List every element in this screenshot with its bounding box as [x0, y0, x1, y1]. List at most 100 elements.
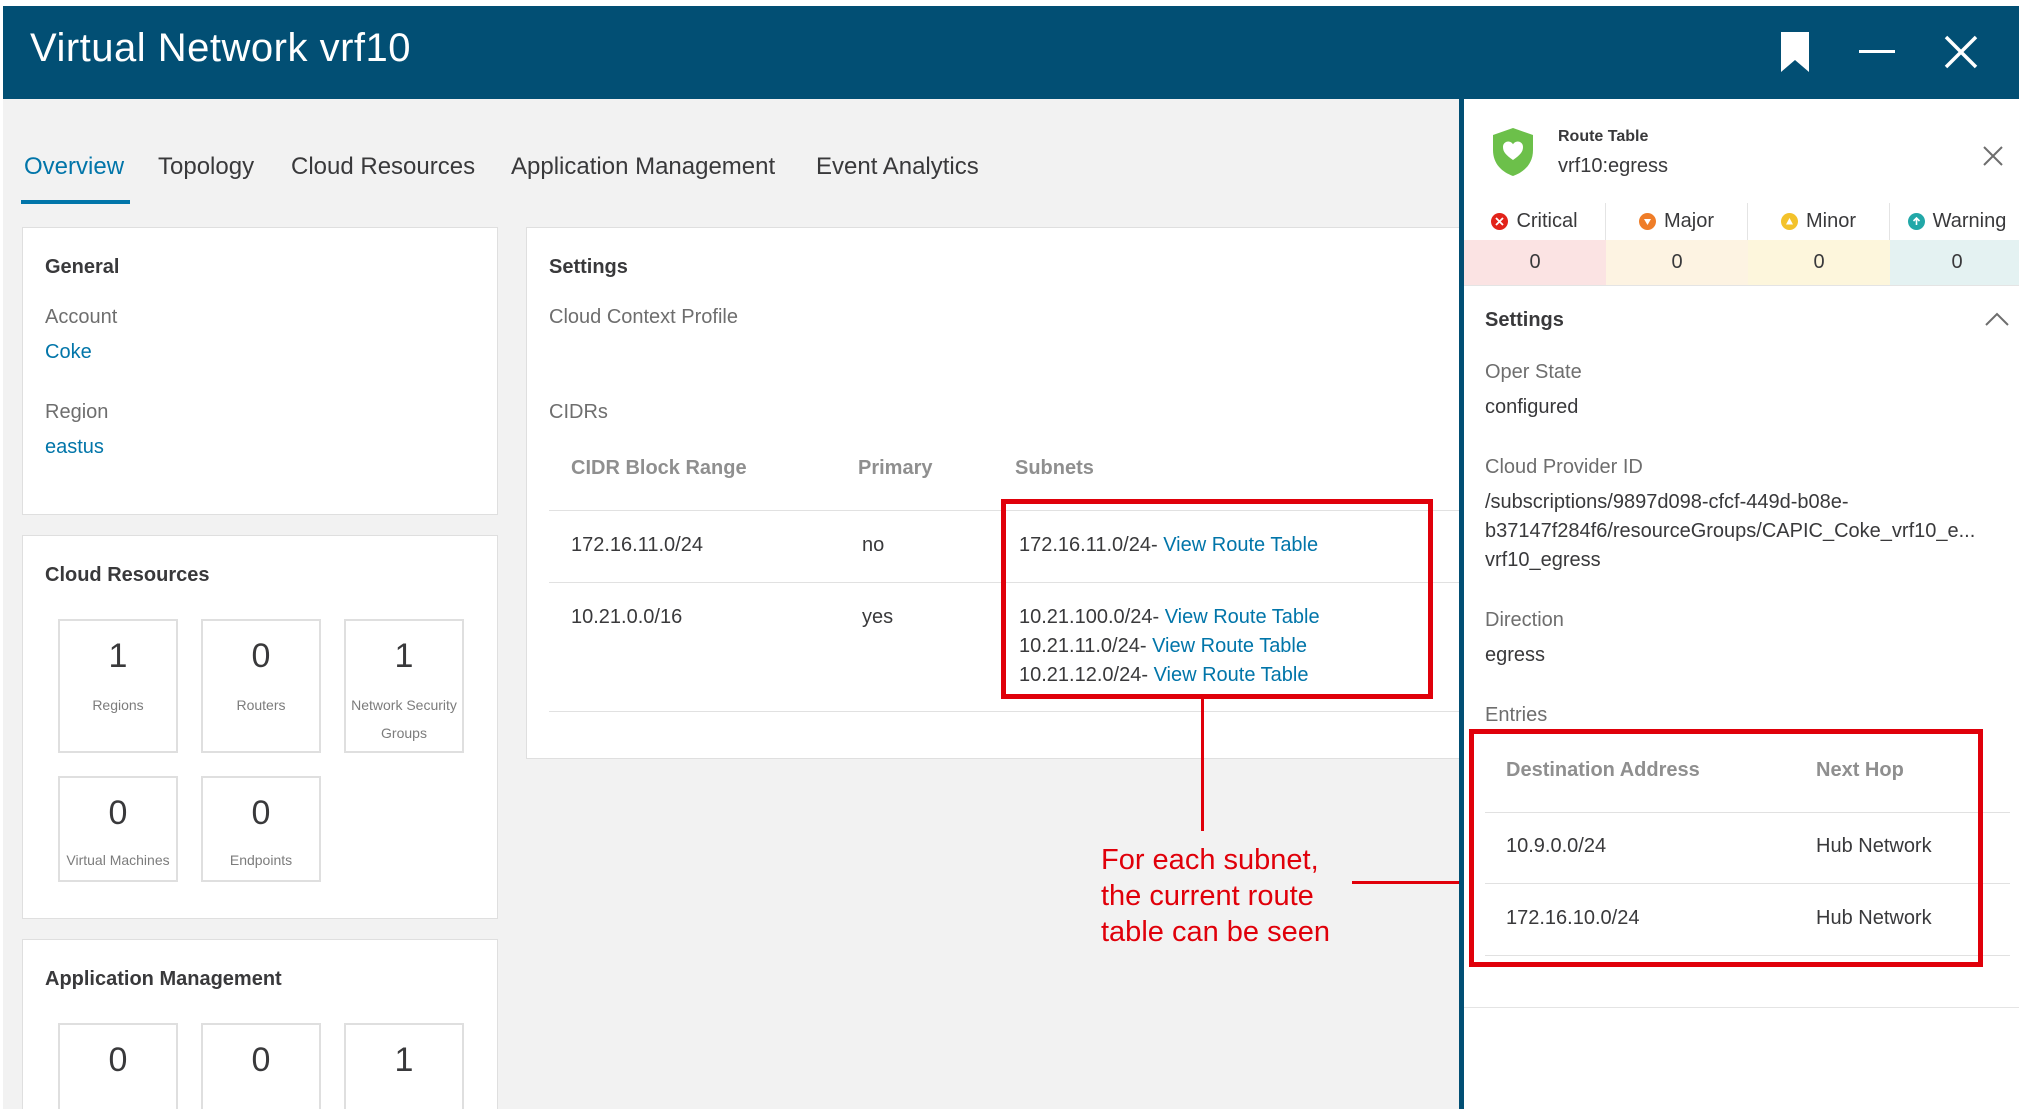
routers-tile[interactable]: 0 Routers: [201, 619, 321, 753]
tile-count: 0: [108, 1041, 128, 1079]
settings-title: Settings: [549, 256, 628, 278]
cloud-resources-title: Cloud Resources: [45, 564, 210, 586]
entries-label: Entries: [1485, 704, 1548, 726]
column-header[interactable]: Subnets: [1015, 457, 1094, 480]
annotation-line: the current route: [1101, 880, 1314, 912]
divider: [1464, 285, 2019, 286]
app-tile[interactable]: 1: [344, 1023, 464, 1109]
annotation-connector: [1352, 881, 1462, 884]
close-button[interactable]: [1933, 24, 1989, 80]
region-link[interactable]: eastus: [45, 436, 104, 459]
general-title: General: [45, 256, 120, 278]
severity-count: 0: [1606, 240, 1748, 285]
severity-name: Warning: [1932, 210, 2007, 232]
regions-tile[interactable]: 1 Regions: [58, 619, 178, 753]
annotation-line: For each subnet,: [1101, 844, 1319, 876]
app-tile[interactable]: 0: [201, 1023, 321, 1109]
tile-count: 0: [251, 1041, 271, 1079]
network-security-groups-tile[interactable]: 1 Network Security Groups: [344, 619, 464, 753]
severity-count: 0: [1464, 240, 1606, 285]
severity-warning[interactable]: Warning 0: [1890, 203, 2019, 285]
tile-label: Virtual Machines: [66, 852, 170, 868]
major-icon: [1638, 213, 1656, 230]
close-icon: [1944, 35, 1978, 69]
chevron-up-icon: [1985, 312, 2009, 326]
cloud-context-profile-label: Cloud Context Profile: [549, 306, 738, 328]
route-table-detail-panel: Route Table vrf10:egress Critical 0 Majo…: [1459, 99, 2019, 1109]
window-title: Virtual Network vrf10: [30, 26, 412, 70]
cloud-provider-id-line: b37147f284f6/resourceGroups/CAPIC_Coke_v…: [1485, 520, 1976, 542]
severity-label: Major: [1606, 203, 1748, 240]
cloud-provider-id-line: /subscriptions/9897d098-cfcf-449d-b08e-: [1485, 491, 1849, 513]
cloud-provider-id-line: vrf10_egress: [1485, 549, 1601, 571]
oper-state-label: Oper State: [1485, 361, 1582, 383]
collapse-settings-button[interactable]: [1984, 311, 2010, 332]
severity-count: 0: [1890, 240, 2019, 285]
tile-label: Regions: [92, 697, 144, 713]
active-tab-indicator: [21, 200, 130, 204]
panel-object-type: Route Table: [1558, 128, 1649, 145]
severity-name: Minor: [1805, 210, 1856, 232]
primary-cell: yes: [862, 606, 894, 628]
subnets-highlight-box: [1001, 499, 1433, 699]
panel-close-button[interactable]: [1982, 145, 2008, 171]
title-bar: Virtual Network vrf10: [3, 6, 2019, 99]
severity-minor[interactable]: Minor 0: [1748, 203, 1890, 285]
tile-label: Routers: [236, 697, 286, 713]
tab-overview[interactable]: Overview: [24, 153, 124, 181]
direction-value: egress: [1485, 644, 1546, 666]
panel-settings-title: Settings: [1485, 309, 1564, 331]
annotation-line: table can be seen: [1101, 916, 1330, 948]
tile-count: 1: [394, 637, 414, 675]
tab-topology[interactable]: Topology: [158, 153, 254, 181]
region-label: Region: [45, 401, 109, 423]
endpoints-tile[interactable]: 0 Endpoints: [201, 776, 321, 882]
tile-label: Endpoints: [229, 852, 293, 868]
minor-icon: [1780, 213, 1798, 230]
cidr-cell: 10.21.0.0/16: [571, 606, 683, 628]
severity-critical[interactable]: Critical 0: [1464, 203, 1606, 285]
severity-label: Minor: [1748, 203, 1890, 240]
tile-count: 1: [108, 637, 128, 675]
critical-icon: [1491, 213, 1509, 230]
annotation-connector: [1201, 699, 1204, 831]
tab-cloud-resources[interactable]: Cloud Resources: [291, 153, 475, 181]
app-tile[interactable]: 0: [58, 1023, 178, 1109]
severity-major[interactable]: Major 0: [1606, 203, 1748, 285]
application-management-card: Application Management 0 0 1: [22, 939, 498, 1109]
minimize-button[interactable]: [1849, 24, 1905, 80]
divider: [549, 711, 1487, 712]
column-header[interactable]: CIDR Block Range: [571, 457, 747, 480]
close-icon: [1983, 146, 2003, 166]
minimize-icon: [1859, 50, 1895, 53]
entries-highlight-box: [1469, 729, 1983, 967]
divider: [1464, 1007, 2019, 1008]
panel-object-name: vrf10:egress: [1558, 155, 1669, 177]
account-link[interactable]: Coke: [45, 341, 92, 364]
severity-name: Major: [1663, 210, 1714, 232]
severity-label: Warning: [1890, 203, 2019, 240]
tab-application-management[interactable]: Application Management: [511, 153, 775, 181]
tile-count: 1: [394, 1041, 414, 1079]
tab-bar: Overview Topology Cloud Resources Applic…: [3, 99, 1459, 209]
primary-cell: no: [862, 534, 885, 556]
direction-label: Direction: [1485, 609, 1564, 631]
bookmark-icon: [1781, 32, 1809, 72]
warning-icon: [1907, 213, 1925, 230]
severity-count: 0: [1748, 240, 1890, 285]
bookmark-button[interactable]: [1767, 24, 1823, 80]
virtual-machines-tile[interactable]: 0 Virtual Machines: [58, 776, 178, 882]
general-card: General Account Coke Region eastus: [22, 227, 498, 515]
cidrs-label: CIDRs: [549, 401, 608, 423]
tab-event-analytics[interactable]: Event Analytics: [816, 153, 979, 181]
cloud-provider-id-label: Cloud Provider ID: [1485, 456, 1643, 478]
column-header[interactable]: Primary: [858, 457, 933, 480]
tile-count: 0: [251, 794, 271, 832]
cloud-resources-card: Cloud Resources 1 Regions 0 Routers 1 Ne…: [22, 535, 498, 919]
app-window: Virtual Network vrf10 Overview Topology …: [3, 6, 2019, 1109]
tile-count: 0: [108, 794, 128, 832]
tile-label: Network Security Groups: [351, 697, 457, 741]
severity-label: Critical: [1464, 203, 1606, 240]
application-management-title: Application Management: [45, 968, 282, 990]
shield-health-icon: [1493, 128, 1533, 176]
